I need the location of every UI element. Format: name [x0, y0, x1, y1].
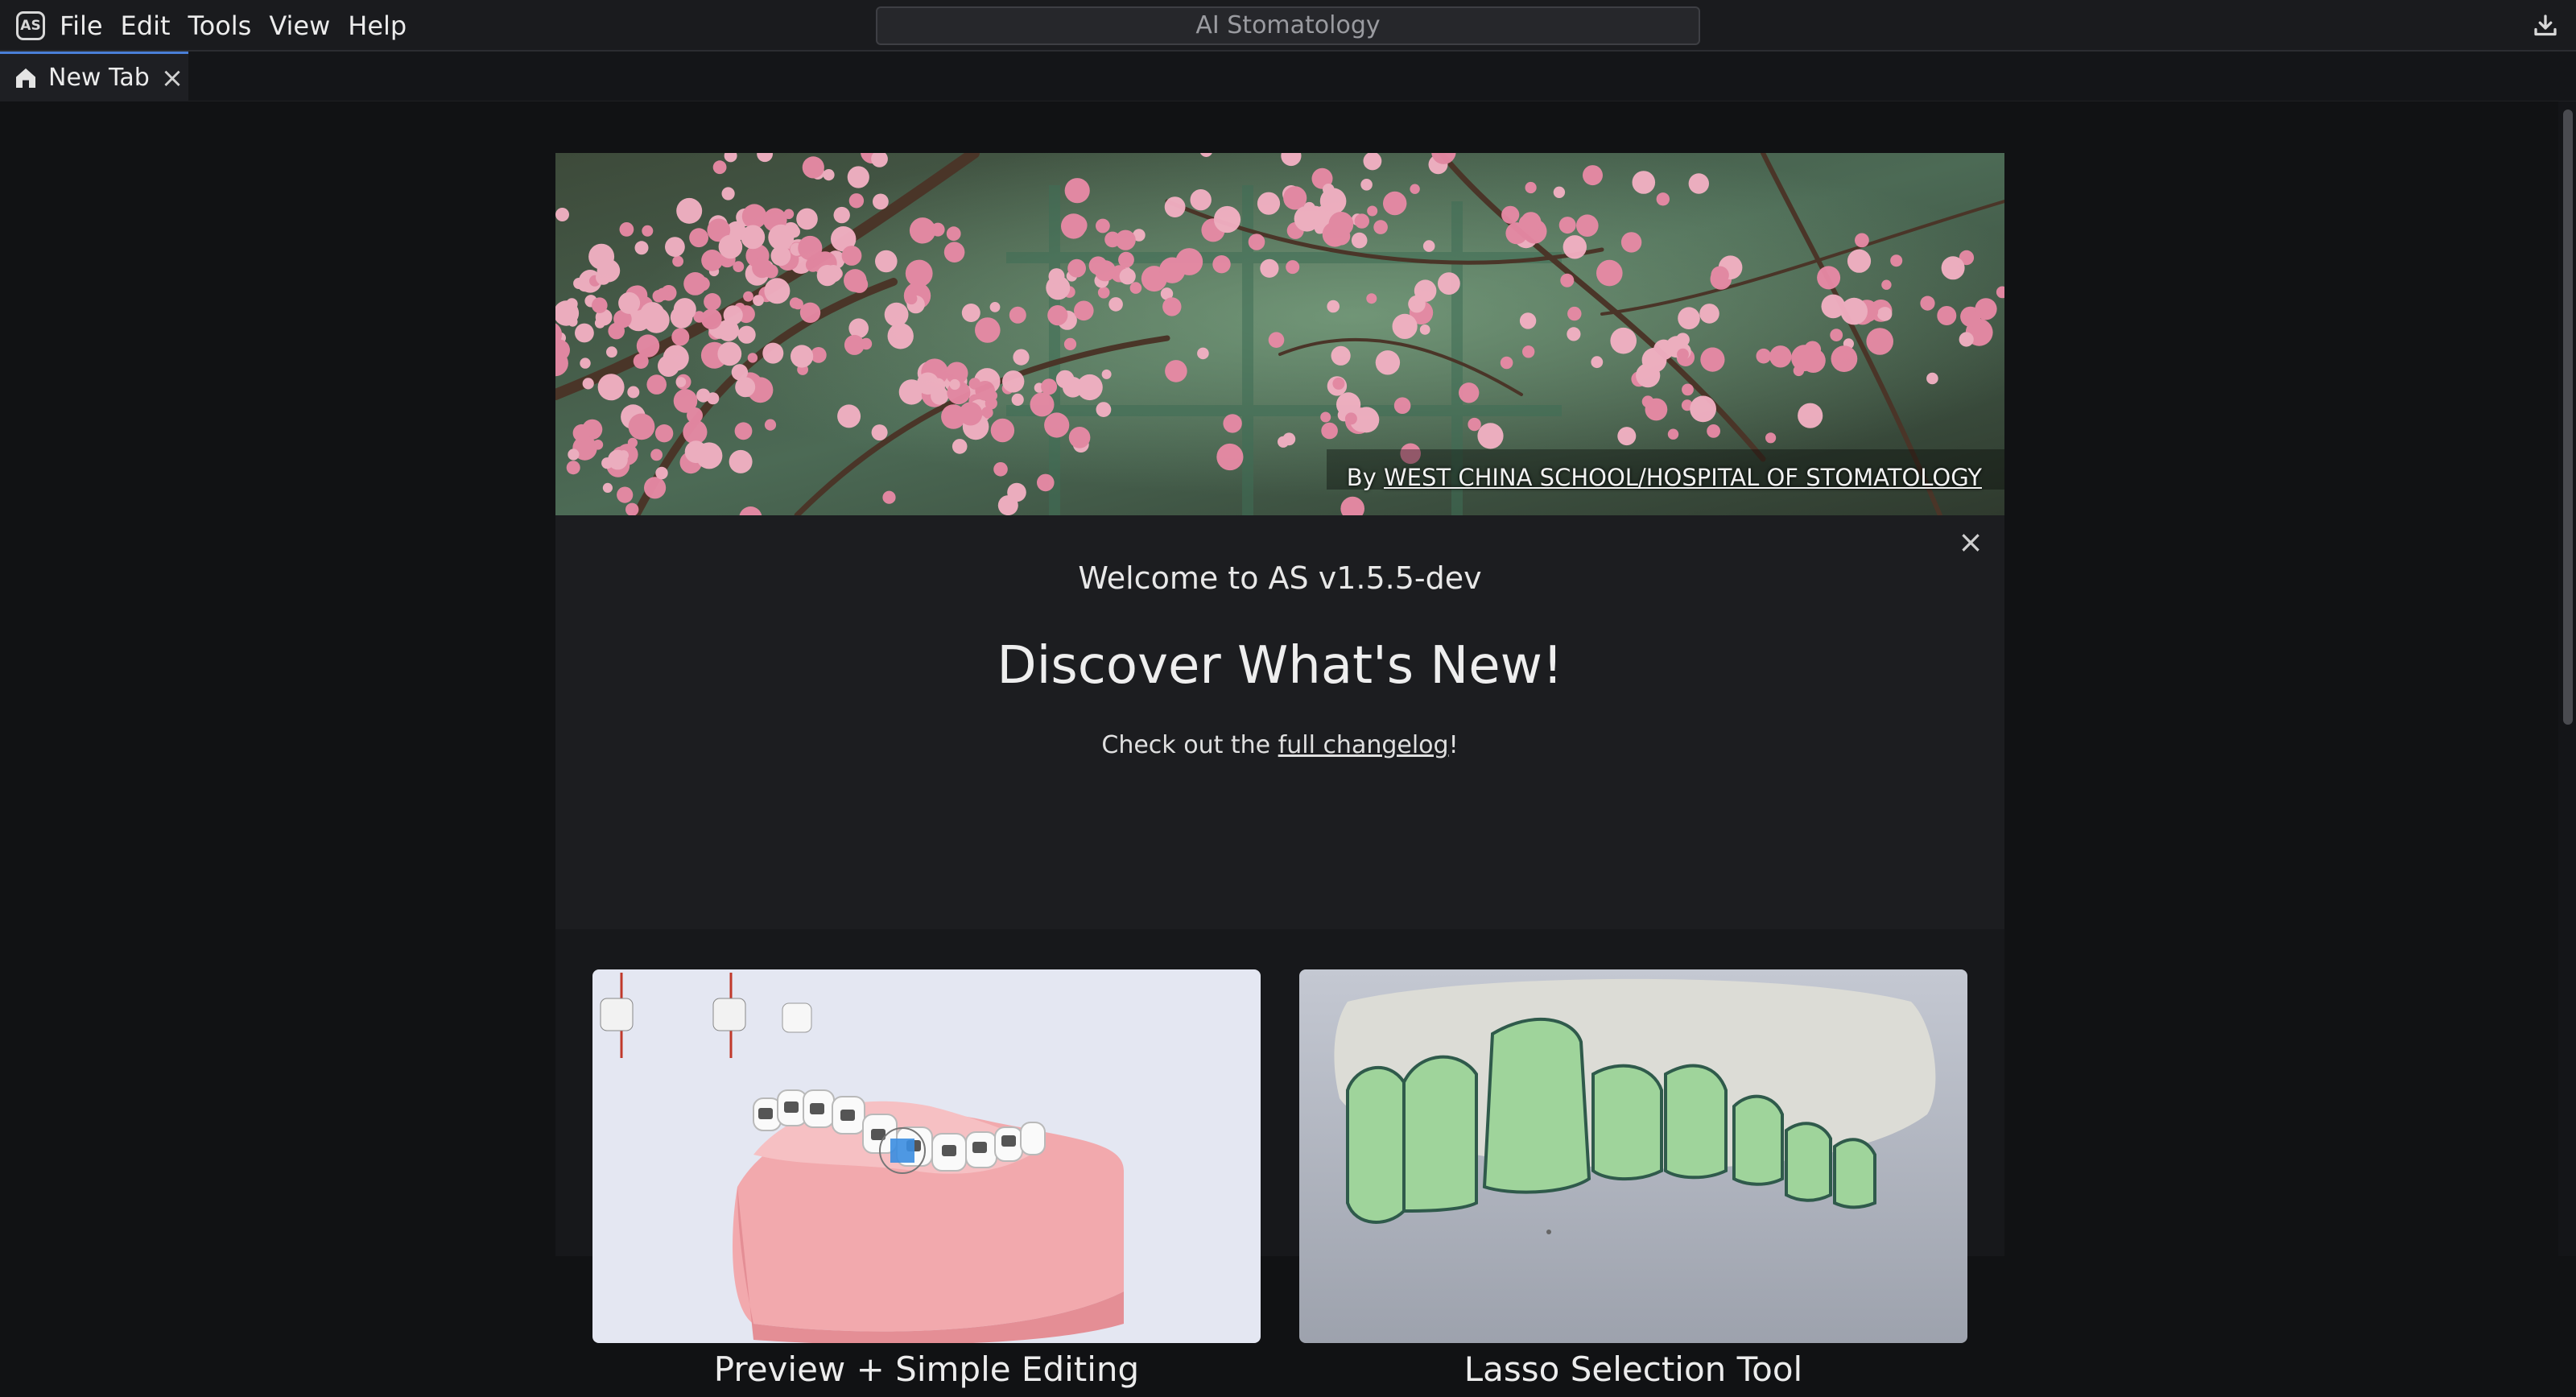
hero-banner: By WEST CHINA SCHOOL/HOSPITAL OF STOMATO…	[555, 153, 2004, 515]
version-line: Welcome to AS v1.5.5-dev	[1078, 560, 1482, 596]
app-logo-icon[interactable]: AS	[16, 11, 45, 40]
features-section: Preview + Simple Editing Lasso Selection…	[555, 929, 2004, 1389]
title-bar: AS File Edit Tools View Help AI Stomatol…	[0, 0, 2576, 52]
tab-new-tab[interactable]: New Tab ×	[0, 52, 188, 101]
credit-prefix: By	[1346, 464, 1384, 491]
download-icon[interactable]	[2531, 11, 2560, 40]
hero-credit: By WEST CHINA SCHOOL/HOSPITAL OF STOMATO…	[1347, 464, 1982, 491]
lasso-selection-illustration	[1299, 969, 1967, 1343]
menu-view[interactable]: View	[260, 0, 339, 52]
scrollbar-thumb[interactable]	[2563, 110, 2573, 725]
welcome-card: By WEST CHINA SCHOOL/HOSPITAL OF STOMATO…	[555, 153, 2004, 1389]
menu-file[interactable]: File	[58, 0, 112, 52]
changelog-suffix: !	[1448, 731, 1459, 759]
window-title-search[interactable]: AI Stomatology	[876, 6, 1700, 45]
home-icon	[16, 68, 35, 88]
feature-card: Lasso Selection Tool	[1299, 969, 1967, 1397]
feature-card: Preview + Simple Editing	[592, 969, 1261, 1397]
menu-bar: File Edit Tools View Help	[58, 0, 415, 52]
menu-tools[interactable]: Tools	[180, 0, 261, 52]
close-icon[interactable]: ×	[1958, 527, 1984, 557]
menu-edit[interactable]: Edit	[112, 0, 180, 52]
changelog-prefix: Check out the	[1101, 731, 1278, 759]
blossom-photo	[555, 153, 2004, 515]
preview-editing-illustration	[592, 969, 1261, 1343]
feature-title: Preview + Simple Editing	[713, 1349, 1140, 1389]
tab-label: New Tab	[48, 64, 150, 92]
feature-image-lasso	[1299, 969, 1967, 1343]
feature-title: Lasso Selection Tool	[1463, 1349, 1803, 1389]
credit-link[interactable]: WEST CHINA SCHOOL/HOSPITAL OF STOMATOLOG…	[1384, 464, 1982, 491]
close-tab-icon[interactable]: ×	[161, 64, 184, 92]
tab-bar: New Tab ×	[0, 52, 2576, 101]
welcome-panel: × Welcome to AS v1.5.5-dev Discover What…	[555, 515, 2004, 929]
menu-help[interactable]: Help	[339, 0, 415, 52]
changelog-line: Check out the full changelog!	[555, 731, 2004, 759]
changelog-link[interactable]: full changelog	[1278, 731, 1449, 759]
feature-image-preview	[592, 969, 1261, 1343]
page-title: Discover What's New!	[997, 636, 1563, 696]
